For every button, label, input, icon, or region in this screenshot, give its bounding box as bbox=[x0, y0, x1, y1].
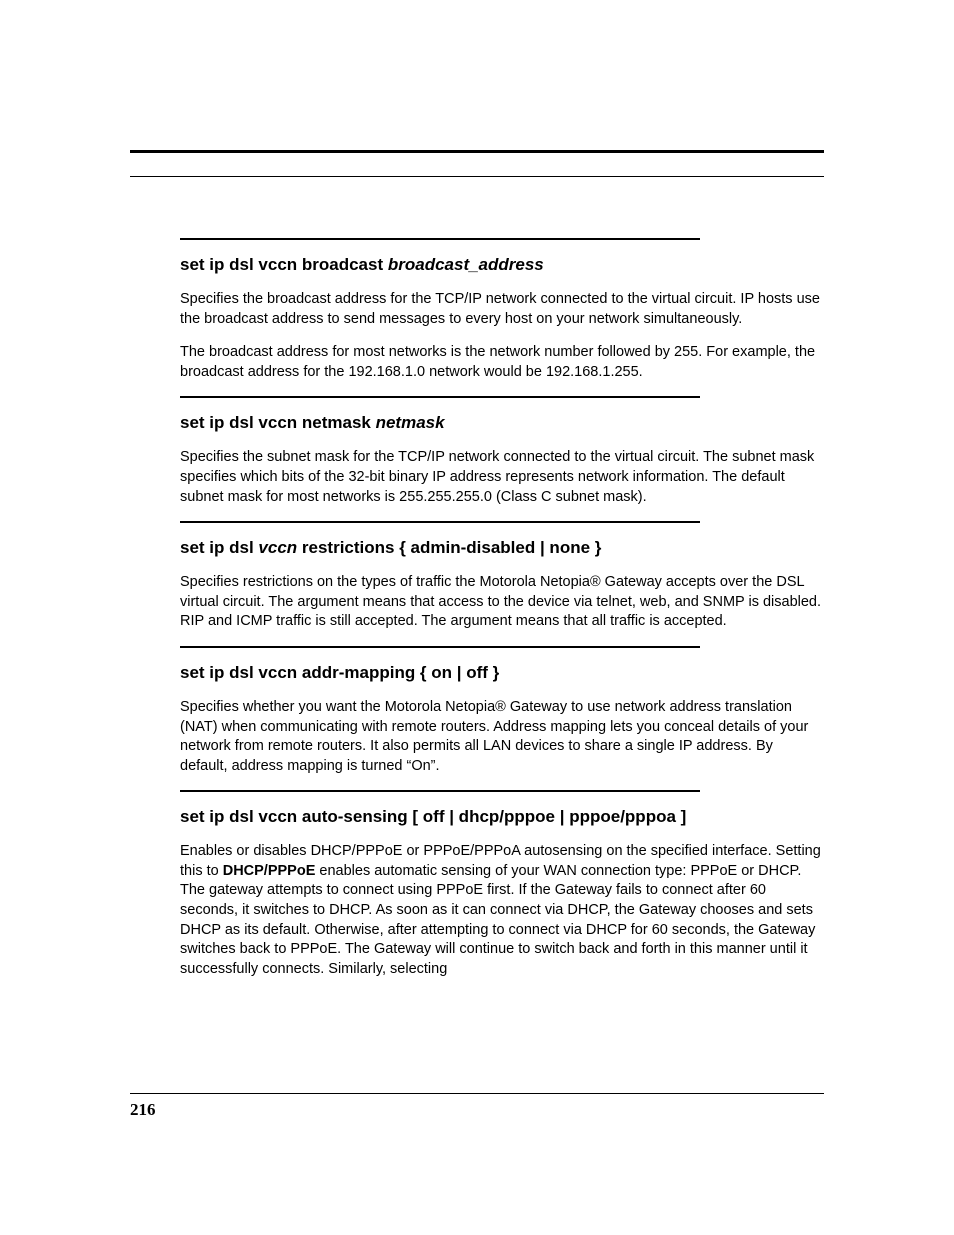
body-paragraph: The broadcast address for most networks … bbox=[180, 343, 824, 382]
section-rule bbox=[180, 790, 700, 792]
top-thin-rule bbox=[130, 176, 824, 177]
paragraph-post: enables automatic sensing of your WAN co… bbox=[180, 863, 815, 977]
body-paragraph: Specifies restrictions on the types of t… bbox=[180, 573, 824, 632]
footer-rule bbox=[130, 1093, 824, 1094]
top-thick-rule bbox=[130, 150, 824, 153]
heading-italic: broadcast_address bbox=[388, 255, 544, 274]
heading-prefix: set ip dsl bbox=[180, 538, 258, 557]
heading-italic: netmask bbox=[376, 413, 445, 432]
heading-prefix: set ip dsl vccn auto-sensing [ off | dhc… bbox=[180, 807, 686, 826]
body-paragraph: Enables or disables DHCP/PPPoE or PPPoE/… bbox=[180, 842, 824, 979]
command-heading: set ip dsl vccn auto-sensing [ off | dhc… bbox=[180, 806, 824, 828]
heading-prefix: set ip dsl vccn netmask bbox=[180, 413, 376, 432]
heading-suffix: restrictions { admin-disabled | none } bbox=[297, 538, 601, 557]
section-rule bbox=[180, 521, 700, 523]
command-heading: set ip dsl vccn broadcast broadcast_addr… bbox=[180, 254, 824, 276]
section-rule bbox=[180, 396, 700, 398]
command-heading: set ip dsl vccn addr-mapping { on | off … bbox=[180, 662, 824, 684]
section-rule bbox=[180, 646, 700, 648]
heading-prefix: set ip dsl vccn addr-mapping { on | off … bbox=[180, 663, 499, 682]
page-number: 216 bbox=[130, 1100, 824, 1120]
heading-italic: vccn bbox=[258, 538, 297, 557]
paragraph-bold: DHCP/PPPoE bbox=[223, 863, 316, 879]
document-page: set ip dsl vccn broadcast broadcast_addr… bbox=[0, 0, 954, 1235]
section-rule bbox=[180, 238, 700, 240]
body-paragraph: Specifies the broadcast address for the … bbox=[180, 290, 824, 329]
page-footer: 216 bbox=[130, 1093, 824, 1120]
body-paragraph: Specifies the subnet mask for the TCP/IP… bbox=[180, 448, 824, 507]
heading-prefix: set ip dsl vccn broadcast bbox=[180, 255, 388, 274]
page-content: set ip dsl vccn broadcast broadcast_addr… bbox=[180, 232, 824, 993]
command-heading: set ip dsl vccn restrictions { admin-dis… bbox=[180, 537, 824, 559]
command-heading: set ip dsl vccn netmask netmask bbox=[180, 412, 824, 434]
body-paragraph: Specifies whether you want the Motorola … bbox=[180, 698, 824, 776]
